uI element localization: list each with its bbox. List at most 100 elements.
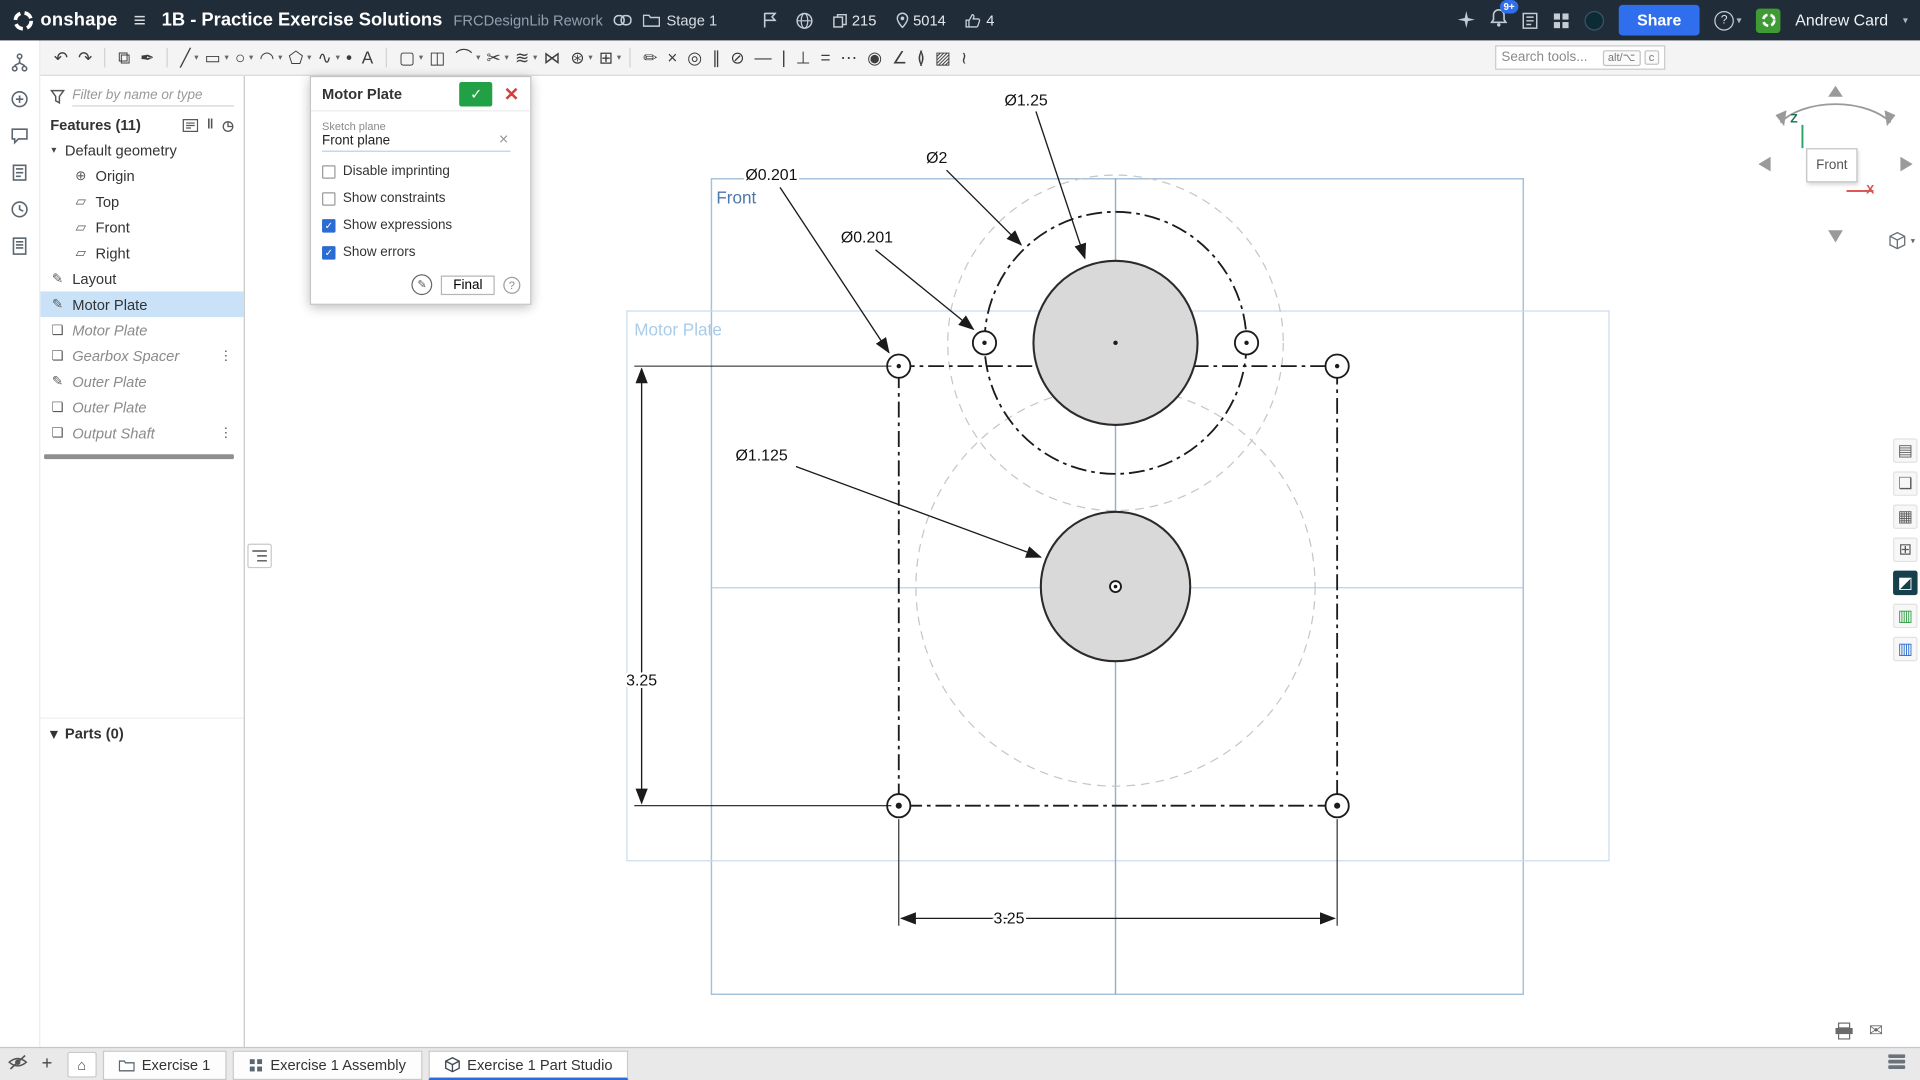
pattern-tool-icon[interactable]: ◫ bbox=[426, 47, 450, 69]
fillet-tool-icon[interactable]: ⌒ bbox=[452, 47, 476, 69]
dialog-header[interactable]: Motor Plate ✓ ✕ bbox=[311, 77, 530, 111]
parallel-constraint-icon[interactable]: ∥ bbox=[708, 47, 724, 69]
side-panel-icon-1[interactable]: ▤ bbox=[1893, 438, 1917, 462]
chevron-down-icon[interactable]: ▾ bbox=[505, 53, 509, 63]
spline-tool[interactable]: ∿▾ bbox=[314, 47, 340, 69]
dimension-lower-circle[interactable]: Ø1.125 bbox=[736, 447, 788, 464]
spline-tool-icon[interactable]: ∿ bbox=[314, 47, 336, 69]
style-brush-icon[interactable]: ✏ bbox=[640, 47, 662, 69]
side-panel-icon-4[interactable]: ⊞ bbox=[1893, 538, 1917, 562]
angle-constraint-icon[interactable]: ∠ bbox=[888, 47, 911, 69]
horizontal-constraint-icon[interactable]: — bbox=[751, 47, 775, 69]
cancel-button[interactable]: ✕ bbox=[499, 83, 524, 105]
side-panel-icon-5[interactable]: ◩ bbox=[1893, 571, 1917, 595]
viewcube-front-face[interactable]: Front bbox=[1806, 148, 1857, 182]
circle-tool-icon[interactable]: ○ bbox=[231, 47, 249, 69]
circular-pattern-icon[interactable]: ⊛ bbox=[567, 47, 589, 69]
feature-item-motor-plate-extrude[interactable]: ❏ Motor Plate bbox=[40, 317, 243, 343]
checkbox-show-expressions[interactable]: ✓ Show expressions bbox=[322, 212, 519, 239]
chevron-down-icon[interactable]: ▾ bbox=[278, 53, 282, 63]
concentric-constraint-icon[interactable]: ◎ bbox=[684, 47, 706, 69]
feature-item-output-shaft[interactable]: ❏ Output Shaft ⋮ bbox=[40, 420, 243, 446]
print-icon[interactable] bbox=[1835, 1022, 1855, 1039]
tree-item-origin[interactable]: ⊕ Origin bbox=[40, 163, 243, 189]
comments-icon[interactable] bbox=[9, 125, 30, 146]
filter-icon[interactable] bbox=[50, 89, 65, 104]
copy-paste-icon[interactable]: ⧉ bbox=[114, 47, 134, 69]
vertical-constraint-icon[interactable]: | bbox=[778, 47, 790, 69]
hide-tabs-icon[interactable] bbox=[7, 1054, 28, 1074]
redo-icon[interactable]: ↷ bbox=[74, 47, 96, 69]
feature-item-gearbox-spacer[interactable]: ❏ Gearbox Spacer ⋮ bbox=[40, 343, 243, 369]
circular-pattern-tool[interactable]: ⊛▾ bbox=[567, 47, 593, 69]
link-icon[interactable] bbox=[614, 15, 632, 26]
feature-list-options-icon[interactable] bbox=[182, 118, 198, 131]
home-tab-button[interactable]: ⌂ bbox=[67, 1052, 96, 1078]
side-panel-icon-7[interactable]: ▥ bbox=[1893, 637, 1917, 661]
chevron-down-icon[interactable]: ▾ bbox=[249, 53, 253, 63]
line-tool[interactable]: ╱▾ bbox=[177, 47, 199, 69]
tab-manager-icon[interactable] bbox=[1888, 1054, 1905, 1072]
trim-tool[interactable]: ✂▾ bbox=[483, 47, 509, 69]
tree-item-right-plane[interactable]: ▱ Right bbox=[40, 240, 243, 266]
user-avatar[interactable] bbox=[1756, 8, 1780, 32]
rectangle-tool-icon[interactable]: ▭ bbox=[201, 47, 225, 69]
rollback-bar[interactable] bbox=[44, 454, 234, 459]
tree-item-front-plane[interactable]: ▱ Front bbox=[40, 214, 243, 240]
tab-exercise-1-assembly[interactable]: Exercise 1 Assembly bbox=[232, 1051, 421, 1080]
dimension-bolt-circle[interactable]: Ø2 bbox=[926, 150, 947, 167]
mirror-tool-icon[interactable]: ⋈ bbox=[540, 47, 564, 69]
tab-exercise-1-part-studio[interactable]: Exercise 1 Part Studio bbox=[428, 1051, 628, 1080]
chevron-down-icon[interactable]: ▾ bbox=[194, 53, 198, 63]
linear-pattern-icon[interactable]: ⊞ bbox=[595, 47, 617, 69]
accept-button[interactable]: ✓ bbox=[460, 81, 493, 105]
undo-icon[interactable]: ↶ bbox=[50, 47, 72, 69]
search-tools-input[interactable] bbox=[1501, 50, 1599, 65]
copies-stat[interactable]: 215 bbox=[832, 12, 876, 29]
dimension-top-circle[interactable]: Ø1.25 bbox=[1004, 92, 1047, 109]
main-menu-icon[interactable]: ≡ bbox=[129, 8, 151, 32]
chevron-down-icon[interactable]: ▾ bbox=[49, 144, 59, 155]
rectangle-tool[interactable]: ▭▾ bbox=[201, 47, 229, 69]
linear-pattern-tool[interactable]: ⊞▾ bbox=[595, 47, 621, 69]
tree-item-top-plane[interactable]: ▱ Top bbox=[40, 189, 243, 215]
slot-tool[interactable]: ▢▾ bbox=[395, 47, 423, 69]
share-button[interactable]: Share bbox=[1619, 5, 1700, 36]
follow-icon[interactable] bbox=[9, 162, 30, 183]
equal-constraint-icon[interactable]: = bbox=[817, 47, 834, 69]
polygon-tool-icon[interactable]: ⬠ bbox=[285, 47, 307, 69]
arc-tool[interactable]: ◠▾ bbox=[256, 47, 283, 69]
dimension-horizontal[interactable]: 3.25 bbox=[993, 910, 1024, 927]
midpoint-constraint-icon[interactable]: ⋯ bbox=[837, 47, 861, 69]
coincident-constraint-icon[interactable]: ◉ bbox=[864, 47, 886, 69]
side-panel-icon-3[interactable]: ▦ bbox=[1893, 504, 1917, 528]
sketch-plane-field[interactable]: ✕ bbox=[322, 133, 511, 151]
point-tool-icon[interactable]: • bbox=[342, 47, 355, 69]
sketch-plane-input[interactable] bbox=[322, 133, 496, 148]
likes-stat[interactable]: 4 bbox=[965, 12, 994, 29]
dimension-vertical[interactable]: 3.25 bbox=[626, 673, 657, 690]
chevron-down-icon[interactable]: ▾ bbox=[533, 53, 537, 63]
checkbox-checked[interactable]: ✓ bbox=[322, 219, 335, 232]
user-menu-chevron-icon[interactable]: ▾ bbox=[1903, 15, 1908, 26]
slot-tool-icon[interactable]: ▢ bbox=[395, 47, 419, 69]
feature-filter-input[interactable] bbox=[72, 86, 234, 107]
arc-tool-icon[interactable]: ◠ bbox=[256, 47, 278, 69]
document-list-icon[interactable] bbox=[1522, 12, 1538, 29]
dimension-corner-hole[interactable]: Ø0.201 bbox=[745, 167, 797, 184]
symmetry-constraint-icon[interactable]: ≬ bbox=[913, 47, 928, 69]
checkbox-disable-imprinting[interactable]: Disable imprinting bbox=[322, 158, 519, 185]
chevron-down-icon[interactable]: ▾ bbox=[419, 53, 423, 63]
view-cube-menu[interactable]: ▾ bbox=[1889, 231, 1915, 249]
search-tools-box[interactable]: alt/⌥ c bbox=[1495, 45, 1665, 69]
circle-tool[interactable]: ○▾ bbox=[231, 47, 253, 69]
chevron-down-icon[interactable]: ▾ bbox=[225, 53, 229, 63]
app-grid-icon[interactable] bbox=[1553, 12, 1570, 29]
hatch-icon[interactable]: ▨ bbox=[931, 47, 955, 69]
feature-item-motor-plate-sketch[interactable]: ✎ Motor Plate bbox=[40, 291, 243, 317]
chevron-down-icon[interactable]: ▾ bbox=[588, 53, 592, 63]
checkbox-show-constraints[interactable]: Show constraints bbox=[322, 185, 519, 212]
offset-tool[interactable]: ≋▾ bbox=[511, 47, 537, 69]
final-button[interactable]: Final bbox=[441, 275, 495, 295]
kebab-menu-icon[interactable]: ⋮ bbox=[219, 425, 232, 441]
